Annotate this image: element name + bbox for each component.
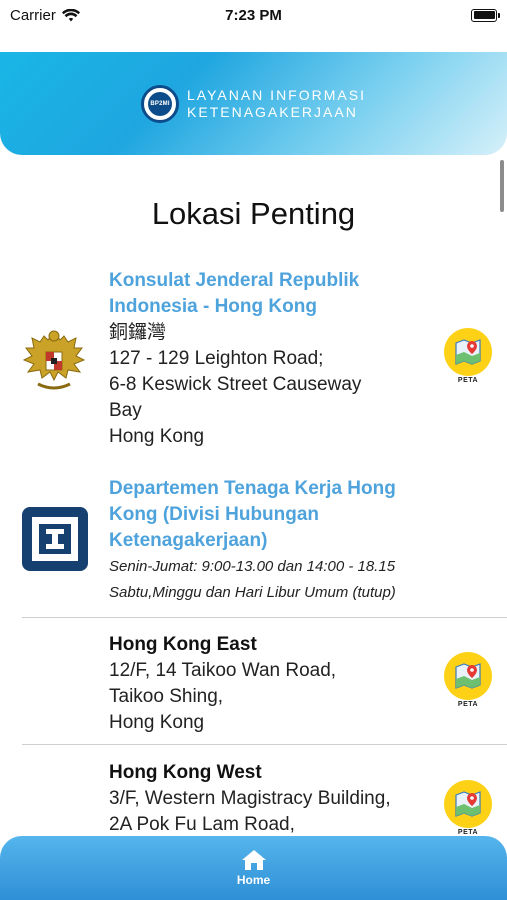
entry-body: Hong Kong West 3/F, Western Magistracy B… [109,760,439,838]
map-icon-circle[interactable] [444,652,492,700]
address-line: Bay [109,400,142,421]
hours-line: Senin-Jumat: 9:00-13.00 dan 14:00 - 18.1… [109,558,396,575]
address-line: 127 - 129 Leighton Road; [109,348,324,369]
address-line: 6-8 Keswick Street Causeway [109,374,362,395]
status-bar: Carrier 7:23 PM [0,0,507,30]
labour-department-logo-icon [22,507,88,576]
entry-body: Konsulat Jenderal Republik Indonesia - H… [109,268,439,450]
garuda-emblem-icon [22,326,86,399]
entry-body: Departemen Tenaga Kerja Hong Kong (Divis… [109,476,489,606]
bp2mi-logo: BP2MI [141,84,180,123]
battery-level [473,11,495,19]
map-caption: PETA [457,377,479,384]
home-icon [241,850,266,870]
address-line: Taikoo Shing, [109,686,224,707]
carrier-label: Carrier [10,6,56,24]
bottom-tab-bar: Home [0,836,507,900]
header-title-line1: Layanan Informasi [187,86,366,103]
address-line: Hong Kong [109,712,205,733]
address-line: Hong Kong [109,426,205,447]
map-caption: PETA [457,701,479,708]
address-line: 銅鑼灣 [109,322,167,343]
header-title: Layanan Informasi Ketenagakerjaan [187,87,366,121]
map-icon [455,339,481,365]
office-name: Hong Kong East [109,634,257,655]
entry-body: Hong Kong East 12/F, 14 Taikoo Wan Road,… [109,632,439,736]
battery-icon [471,8,500,22]
entry-title-line[interactable]: Indonesia - Hong Kong [109,294,439,320]
map-button[interactable]: PETA [443,328,493,386]
address-line: 3/F, Western Magistracy Building, [109,788,391,809]
map-icon [455,791,481,817]
header-banner: BP2MI Layanan Informasi Ketenagakerjaan [0,52,507,155]
tab-home-label: Home [236,873,271,887]
map-button[interactable]: PETA [443,652,493,710]
entry-title-line[interactable]: Kong (Divisi Hubungan [109,502,489,528]
map-icon-circle[interactable] [444,780,492,828]
header-title-line2: Ketenagakerjaan [187,103,358,120]
map-button[interactable]: PETA [443,780,493,838]
map-icon-circle[interactable] [444,328,492,376]
entry-title-line[interactable]: Konsulat Jenderal Republik [109,268,439,294]
map-icon [455,663,481,689]
address-line: 2A Pok Fu Lam Road, [109,814,295,835]
tab-home[interactable]: Home [204,836,304,900]
entry-title-line[interactable]: Departemen Tenaga Kerja Hong [109,476,489,502]
entry-title-line[interactable]: Ketenagakerjaan) [109,528,489,554]
office-name: Hong Kong West [109,762,262,783]
page-title: Lokasi Penting [151,196,356,231]
map-caption: PETA [457,829,479,836]
wifi-icon [61,8,80,21]
bp2mi-logo-text: BP2MI [148,91,173,116]
divider [22,617,507,618]
status-left: Carrier [10,7,80,24]
address-line: 12/F, 14 Taikoo Wan Road, [109,660,337,681]
divider [22,744,507,745]
hours-line: Sabtu,Minggu dan Hari Libur Umum (tutup) [109,584,396,601]
